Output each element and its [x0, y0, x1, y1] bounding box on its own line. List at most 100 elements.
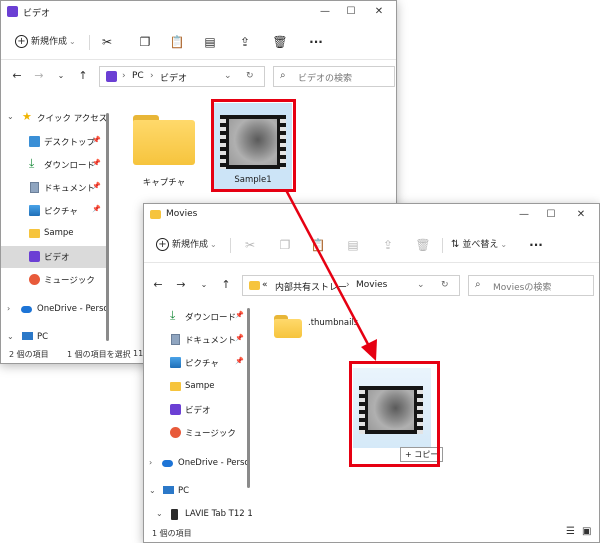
toolbar-separator	[442, 238, 443, 253]
nav-item-video[interactable]: ビデオ	[144, 399, 252, 421]
back-arrow-icon[interactable]: ←	[10, 69, 24, 83]
title-bar[interactable]: Movies — ☐ ✕	[144, 204, 599, 226]
nav-label: LAVIE Tab T12 1	[185, 509, 253, 519]
folder-body	[133, 120, 195, 165]
nav-item-sampe[interactable]: Sampe	[144, 376, 252, 398]
minimize-icon[interactable]: —	[512, 207, 536, 223]
nav-item-video[interactable]: ビデオ	[1, 246, 109, 268]
expand-chevron-icon[interactable]: ›	[149, 458, 152, 467]
maximize-icon[interactable]: ☐	[539, 207, 563, 223]
nav-item-music[interactable]: ミュージック	[1, 269, 109, 291]
nav-label: PC	[37, 332, 49, 342]
copy-icon[interactable]: ❐	[137, 34, 153, 50]
rename-icon[interactable]: ▤	[345, 237, 361, 253]
delete-icon[interactable]: 🗑	[415, 237, 431, 253]
cut-icon[interactable]: ✂	[99, 34, 115, 50]
breadcrumb-chevron-icon: ›	[122, 71, 126, 81]
recent-chevron-icon[interactable]: ⌄	[197, 278, 211, 292]
nav-item-pictures[interactable]: ピクチャ 📌	[1, 200, 109, 222]
nav-label: ミュージック	[44, 276, 95, 286]
back-arrow-icon[interactable]: ←	[151, 278, 165, 292]
nav-device-lavie[interactable]: ⌄ LAVIE Tab T12 1	[144, 504, 253, 526]
nav-label: ビデオ	[44, 253, 70, 263]
nav-label: デスクトップ	[44, 138, 96, 148]
nav-item-sampe[interactable]: Sampe	[1, 223, 109, 245]
close-icon[interactable]: ✕	[569, 207, 593, 223]
folder-thumbnails-label: .thumbnails	[308, 318, 359, 328]
cloud-icon	[21, 306, 32, 313]
document-icon	[30, 182, 39, 193]
nav-item-documents[interactable]: ドキュメント 📌	[1, 177, 109, 199]
tiles-view-icon[interactable]: ▣	[582, 526, 591, 537]
new-button[interactable]: + 新規作成 ⌄	[15, 34, 76, 50]
folder-capture-icon[interactable]	[133, 115, 195, 165]
music-icon	[29, 274, 40, 285]
expand-chevron-icon[interactable]: ⌄	[156, 509, 163, 518]
delete-icon[interactable]: 🗑	[272, 34, 288, 50]
expand-chevron-icon[interactable]: ⌄	[7, 112, 14, 121]
cut-icon[interactable]: ✂	[242, 237, 258, 253]
address-dropdown-icon[interactable]: ⌄	[224, 71, 232, 81]
nav-onedrive[interactable]: › OneDrive - Perso	[144, 453, 252, 475]
nav-item-documents[interactable]: ドキュメント 📌	[144, 329, 252, 351]
share-icon[interactable]: ⇪	[237, 34, 253, 50]
folder-thumbnails-icon[interactable]	[274, 315, 302, 339]
search-box[interactable]: ⌕ ビデオの検索	[273, 66, 395, 87]
rename-icon[interactable]: ▤	[202, 34, 218, 50]
nav-item-desktop[interactable]: デスクトップ 📌	[1, 131, 109, 153]
forward-arrow-icon[interactable]: →	[32, 69, 46, 83]
pin-icon: 📌	[92, 205, 101, 213]
status-selected: 1 個の項目を選択	[67, 350, 131, 359]
breadcrumb-overflow[interactable]: «	[262, 280, 268, 290]
nav-scrollbar[interactable]	[247, 308, 250, 488]
command-bar: + 新規作成 ⌄ ✂ ❐ 📋 ▤ ⇪ 🗑 ···	[1, 25, 396, 60]
star-icon: ★	[22, 110, 32, 123]
picture-icon	[170, 357, 181, 368]
address-bar[interactable]: « 内部共有ストレー › Movies ⌄ ↻	[242, 275, 460, 296]
forward-arrow-icon[interactable]: →	[174, 278, 188, 292]
expand-chevron-icon[interactable]: ⌄	[149, 486, 156, 495]
title-bar[interactable]: ビデオ — ☐ ✕	[1, 1, 396, 23]
breadcrumb-video[interactable]: ビデオ	[160, 71, 187, 84]
navigation-row: ← → ⌄ ↑ « 内部共有ストレー › Movies ⌄ ↻ ⌕ Movies…	[144, 270, 599, 300]
nav-scrollbar[interactable]	[106, 113, 109, 341]
paste-icon[interactable]: 📋	[310, 237, 326, 253]
nav-quick-access[interactable]: ⌄ ★ クイック アクセス	[1, 107, 109, 129]
details-view-icon[interactable]: ☰	[566, 526, 575, 537]
paste-icon[interactable]: 📋	[169, 34, 185, 50]
address-bar[interactable]: › PC › ビデオ ⌄ ↻	[99, 66, 265, 87]
chevron-down-icon: ⌄	[500, 240, 508, 249]
maximize-icon[interactable]: ☐	[339, 4, 363, 20]
nav-item-downloads[interactable]: ⤓ ダウンロード 📌	[1, 154, 109, 176]
refresh-icon[interactable]: ↻	[441, 280, 449, 290]
address-dropdown-icon[interactable]: ⌄	[417, 280, 425, 290]
nav-label: ダウンロード	[185, 313, 237, 323]
expand-chevron-icon[interactable]: ›	[7, 304, 10, 313]
up-arrow-icon[interactable]: ↑	[219, 278, 233, 292]
minimize-icon[interactable]: —	[313, 4, 337, 20]
nav-item-music[interactable]: ミュージック	[144, 422, 252, 444]
refresh-icon[interactable]: ↻	[246, 71, 254, 81]
nav-label: ビデオ	[185, 406, 211, 416]
expand-chevron-icon[interactable]: ⌄	[7, 332, 14, 341]
nav-pc[interactable]: ⌄ PC	[144, 481, 252, 503]
up-arrow-icon[interactable]: ↑	[76, 69, 90, 83]
nav-item-downloads[interactable]: ⤓ ダウンロード 📌	[144, 306, 252, 328]
copy-icon[interactable]: ❐	[277, 237, 293, 253]
new-button[interactable]: + 新規作成 ⌄	[156, 237, 217, 253]
chevron-down-icon: ⌄	[210, 240, 217, 249]
explorer-window-movies: Movies — ☐ ✕ + 新規作成 ⌄ ✂ ❐ 📋 ▤ ⇪ 🗑 ⇅ 並べ替え ⌄ ·…	[143, 203, 600, 543]
more-icon[interactable]: ···	[528, 237, 544, 253]
search-box[interactable]: ⌕ Moviesの検索	[468, 275, 594, 296]
breadcrumb-pc[interactable]: PC	[132, 71, 144, 81]
folder-icon	[29, 229, 40, 238]
share-icon[interactable]: ⇪	[380, 237, 396, 253]
breadcrumb-movies[interactable]: Movies	[356, 280, 387, 290]
breadcrumb-internal-storage[interactable]: 内部共有ストレー	[275, 280, 347, 293]
recent-chevron-icon[interactable]: ⌄	[54, 69, 68, 83]
sort-button[interactable]: ⇅ 並べ替え ⌄	[451, 237, 507, 253]
nav-onedrive[interactable]: › OneDrive - Perso	[1, 299, 109, 321]
nav-item-pictures[interactable]: ピクチャ 📌	[144, 352, 252, 374]
close-icon[interactable]: ✕	[367, 4, 391, 20]
more-icon[interactable]: ···	[308, 34, 324, 50]
